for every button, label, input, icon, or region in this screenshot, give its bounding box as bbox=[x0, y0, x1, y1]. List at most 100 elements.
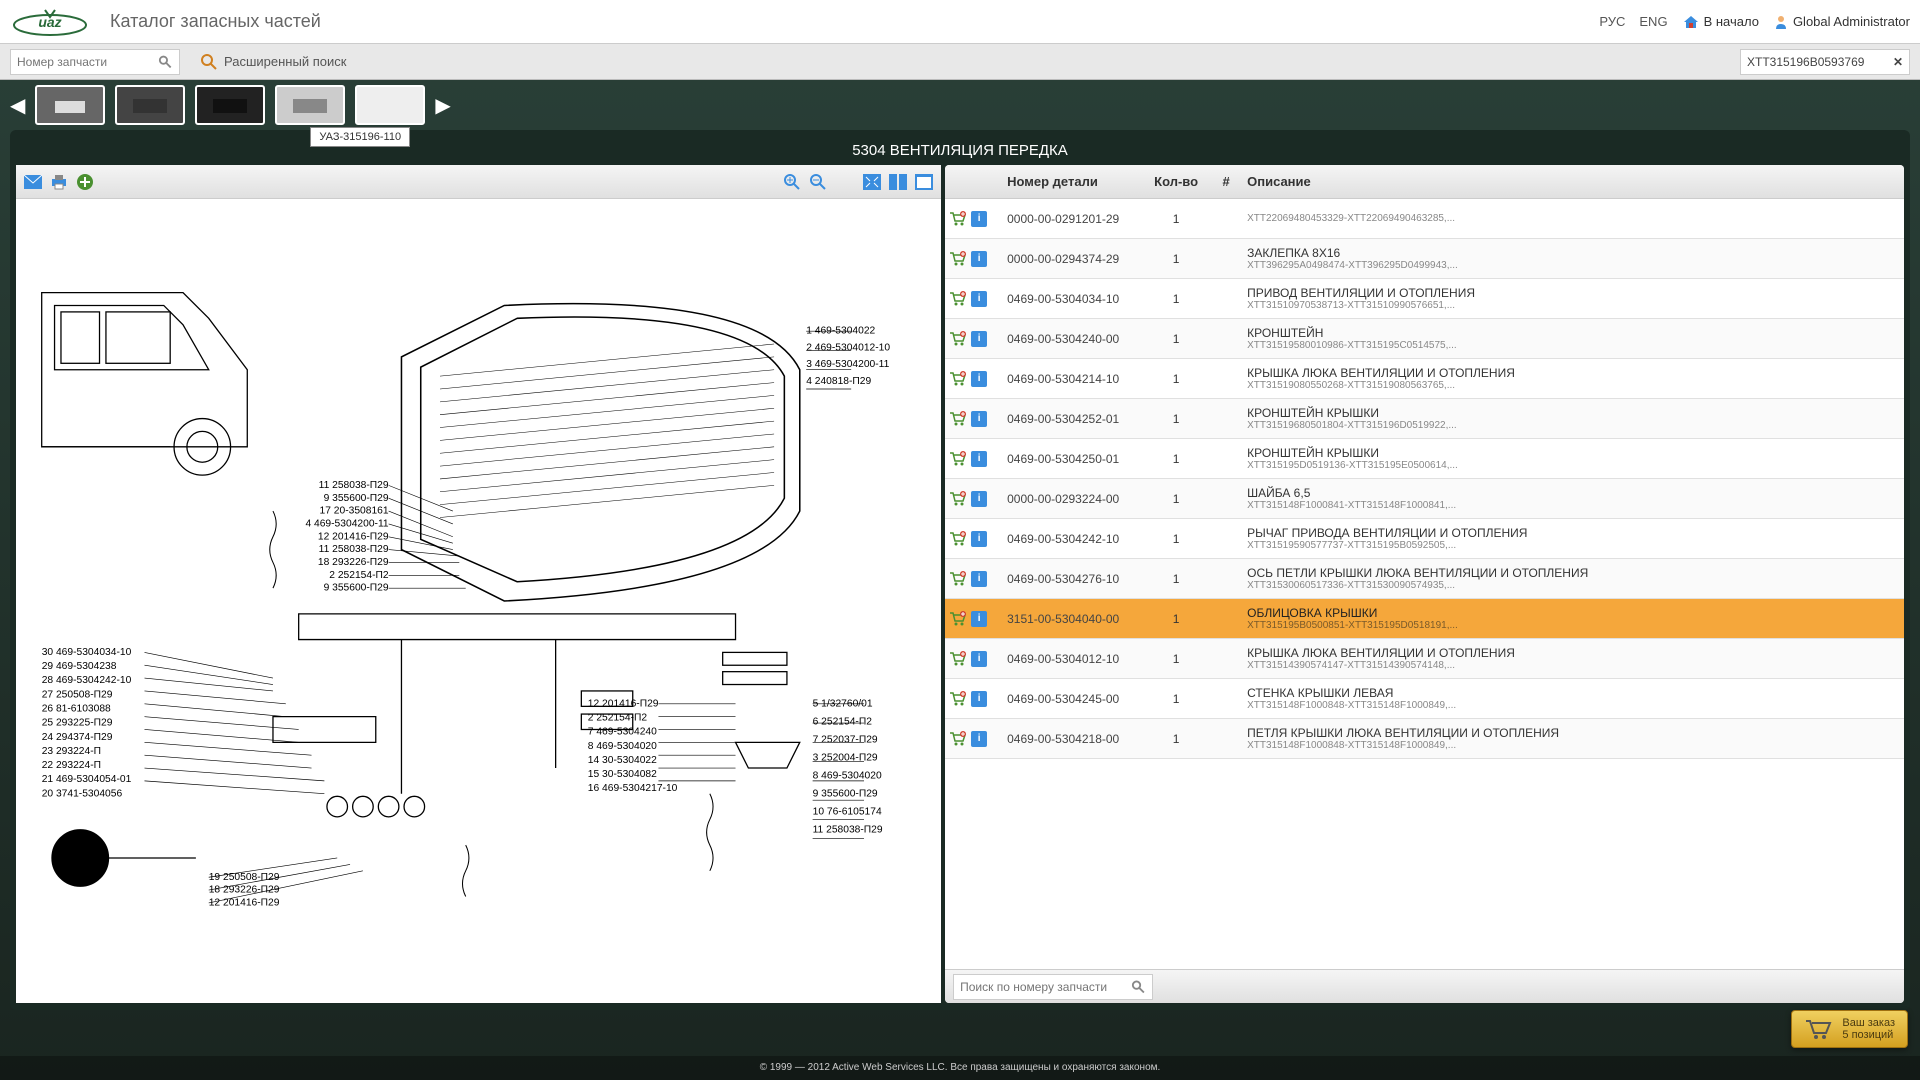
order-bar[interactable]: Ваш заказ 5 позиций bbox=[1791, 1010, 1908, 1048]
advanced-search-link[interactable]: Расширенный поиск bbox=[200, 53, 346, 71]
breadcrumb-thumb-1[interactable] bbox=[35, 85, 105, 125]
user-link[interactable]: Global Administrator bbox=[1773, 14, 1910, 30]
add-icon[interactable] bbox=[76, 173, 94, 191]
table-body[interactable]: i 0000-00-0291201-29 1 XTT22069480453329… bbox=[945, 199, 1904, 969]
table-row[interactable]: i 0469-00-5304012-10 1 КРЫШКА ЛЮКА ВЕНТИ… bbox=[945, 639, 1904, 679]
add-to-cart-icon[interactable] bbox=[949, 411, 967, 427]
svg-text:4 240818-П29: 4 240818-П29 bbox=[806, 376, 871, 387]
info-icon[interactable]: i bbox=[971, 651, 987, 667]
zoom-in-icon[interactable] bbox=[783, 173, 801, 191]
table-row[interactable]: i 0000-00-0293224-00 1 ШАЙБА 6,5XTT31514… bbox=[945, 479, 1904, 519]
info-icon[interactable]: i bbox=[971, 611, 987, 627]
part-sub: XTT31510970538713-XTT31510990576651,... bbox=[1247, 300, 1898, 311]
breadcrumb-prev-button[interactable]: ◀ bbox=[10, 93, 25, 118]
info-icon[interactable]: i bbox=[971, 211, 987, 227]
info-icon[interactable]: i bbox=[971, 731, 987, 747]
col-header-desc[interactable]: Описание bbox=[1241, 174, 1904, 189]
add-to-cart-icon[interactable] bbox=[949, 651, 967, 667]
table-row[interactable]: i 0469-00-5304214-10 1 КРЫШКА ЛЮКА ВЕНТИ… bbox=[945, 359, 1904, 399]
add-to-cart-icon[interactable] bbox=[949, 251, 967, 267]
zoom-out-icon[interactable] bbox=[809, 173, 827, 191]
table-row[interactable]: i 0469-00-5304252-01 1 КРОНШТЕЙН КРЫШКИX… bbox=[945, 399, 1904, 439]
add-to-cart-icon[interactable] bbox=[949, 531, 967, 547]
info-icon[interactable]: i bbox=[971, 251, 987, 267]
window-tile-icon[interactable] bbox=[889, 173, 907, 191]
part-sub: XTT315148F1000848-XTT315148F1000849,... bbox=[1247, 700, 1898, 711]
add-to-cart-icon[interactable] bbox=[949, 491, 967, 507]
part-number: 0469-00-5304250-01 bbox=[1001, 452, 1141, 466]
svg-text:9 355600-П29: 9 355600-П29 bbox=[324, 493, 389, 504]
svg-text:1 469-5304022: 1 469-5304022 bbox=[806, 326, 875, 337]
part-search-input[interactable] bbox=[17, 55, 158, 69]
info-icon[interactable]: i bbox=[971, 411, 987, 427]
svg-text:11 258038-П29: 11 258038-П29 bbox=[813, 824, 883, 835]
svg-text:25 293225-П29: 25 293225-П29 bbox=[42, 718, 113, 729]
add-to-cart-icon[interactable] bbox=[949, 291, 967, 307]
svg-text:12 201416-П29: 12 201416-П29 bbox=[318, 531, 389, 542]
table-row[interactable]: i 0000-00-0294374-29 1 ЗАКЛЕПКА 8X16XTT3… bbox=[945, 239, 1904, 279]
col-header-number[interactable]: Номер детали bbox=[1001, 174, 1141, 189]
breadcrumb-thumb-4[interactable]: УАЗ-315196-110 bbox=[275, 85, 345, 125]
search-bar: Расширенный поиск XTT315196B0593769 ✕ bbox=[0, 44, 1920, 80]
breadcrumb-bar: ◀ УАЗ-315196-110 ▶ bbox=[0, 80, 1920, 130]
breadcrumb-next-button[interactable]: ▶ bbox=[435, 93, 450, 118]
table-row[interactable]: i 0469-00-5304218-00 1 ПЕТЛЯ КРЫШКИ ЛЮКА… bbox=[945, 719, 1904, 759]
svg-text:23 293224-П: 23 293224-П bbox=[42, 746, 101, 757]
lang-ru-button[interactable]: РУС bbox=[1599, 14, 1625, 29]
table-row[interactable]: i 0469-00-5304240-00 1 КРОНШТЕЙНXTT31519… bbox=[945, 319, 1904, 359]
table-row[interactable]: i 0469-00-5304034-10 1 ПРИВОД ВЕНТИЛЯЦИИ… bbox=[945, 279, 1904, 319]
fit-icon[interactable] bbox=[863, 173, 881, 191]
add-to-cart-icon[interactable] bbox=[949, 611, 967, 627]
info-icon[interactable]: i bbox=[971, 291, 987, 307]
email-icon[interactable] bbox=[24, 173, 42, 191]
window-max-icon[interactable] bbox=[915, 173, 933, 191]
add-to-cart-icon[interactable] bbox=[949, 731, 967, 747]
cart-icon bbox=[1804, 1017, 1832, 1041]
breadcrumb-thumb-2[interactable] bbox=[115, 85, 185, 125]
col-header-qty[interactable]: Кол-во bbox=[1141, 174, 1211, 189]
table-row[interactable]: i 0469-00-5304276-10 1 ОСЬ ПЕТЛИ КРЫШКИ … bbox=[945, 559, 1904, 599]
add-to-cart-icon[interactable] bbox=[949, 371, 967, 387]
part-search-box[interactable] bbox=[10, 49, 180, 75]
info-icon[interactable]: i bbox=[971, 691, 987, 707]
part-sub: XTT396295A0498474-XTT396295D0499943,... bbox=[1247, 260, 1898, 271]
col-header-hash[interactable]: # bbox=[1211, 174, 1241, 189]
part-number: 0469-00-5304034-10 bbox=[1001, 292, 1141, 306]
footer: © 1999 — 2012 Active Web Services LLC. В… bbox=[0, 1056, 1920, 1080]
part-qty: 1 bbox=[1141, 692, 1211, 706]
part-qty: 1 bbox=[1141, 212, 1211, 226]
table-search-box[interactable] bbox=[953, 974, 1153, 1000]
search-icon[interactable] bbox=[158, 54, 173, 70]
table-row[interactable]: i 3151-00-5304040-00 1 ОБЛИЦОВКА КРЫШКИX… bbox=[945, 599, 1904, 639]
part-number: 0469-00-5304218-00 bbox=[1001, 732, 1141, 746]
table-row[interactable]: i 0469-00-5304242-10 1 РЫЧАГ ПРИВОДА ВЕН… bbox=[945, 519, 1904, 559]
diagram-canvas[interactable]: 30 469-5304034-1029 469-530423828 469-53… bbox=[16, 199, 941, 1003]
info-icon[interactable]: i bbox=[971, 451, 987, 467]
add-to-cart-icon[interactable] bbox=[949, 571, 967, 587]
breadcrumb-thumb-5[interactable] bbox=[355, 85, 425, 125]
part-qty: 1 bbox=[1141, 292, 1211, 306]
add-to-cart-icon[interactable] bbox=[949, 691, 967, 707]
svg-text:17 20-3508161: 17 20-3508161 bbox=[320, 506, 389, 517]
print-icon[interactable] bbox=[50, 173, 68, 191]
add-to-cart-icon[interactable] bbox=[949, 331, 967, 347]
parts-table-pane: Номер детали Кол-во # Описание i 0000-00… bbox=[945, 165, 1904, 1003]
info-icon[interactable]: i bbox=[971, 491, 987, 507]
info-icon[interactable]: i bbox=[971, 571, 987, 587]
svg-text:26 81-6103088: 26 81-6103088 bbox=[42, 703, 111, 714]
breadcrumb-thumb-3[interactable] bbox=[195, 85, 265, 125]
search-icon[interactable] bbox=[1131, 979, 1146, 995]
part-number: 0469-00-5304012-10 bbox=[1001, 652, 1141, 666]
info-icon[interactable]: i bbox=[971, 531, 987, 547]
add-to-cart-icon[interactable] bbox=[949, 211, 967, 227]
table-row[interactable]: i 0469-00-5304245-00 1 СТЕНКА КРЫШКИ ЛЕВ… bbox=[945, 679, 1904, 719]
info-icon[interactable]: i bbox=[971, 371, 987, 387]
home-link[interactable]: В начало bbox=[1682, 13, 1759, 31]
vin-clear-button[interactable]: ✕ bbox=[1893, 55, 1903, 69]
table-row[interactable]: i 0469-00-5304250-01 1 КРОНШТЕЙН КРЫШКИX… bbox=[945, 439, 1904, 479]
table-row[interactable]: i 0000-00-0291201-29 1 XTT22069480453329… bbox=[945, 199, 1904, 239]
add-to-cart-icon[interactable] bbox=[949, 451, 967, 467]
table-search-input[interactable] bbox=[960, 980, 1131, 994]
lang-en-button[interactable]: ENG bbox=[1639, 14, 1667, 29]
info-icon[interactable]: i bbox=[971, 331, 987, 347]
